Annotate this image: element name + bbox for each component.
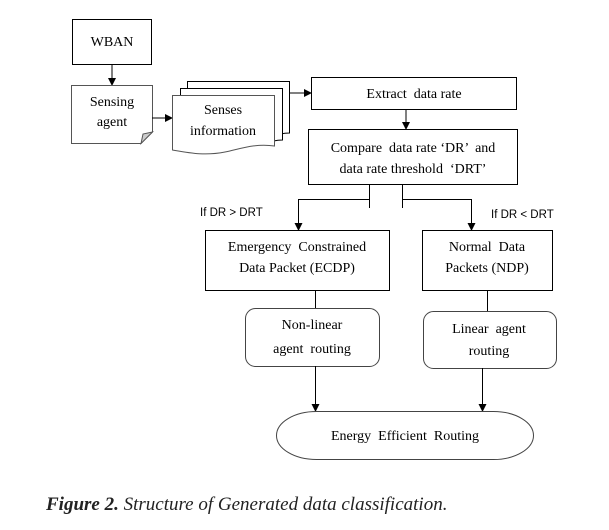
- figure-label: Figure 2.: [46, 494, 119, 515]
- node-energy-efficient-routing: Energy Efficient Routing: [276, 411, 534, 460]
- senses-information-line1: Senses: [204, 103, 242, 118]
- ecdp-line1: Emergency Constrained: [228, 240, 366, 255]
- linear-line1: Linear agent: [452, 322, 526, 337]
- node-ecdp: Emergency Constrained Data Packet (ECDP): [205, 230, 390, 291]
- ndp-line1: Normal Data: [449, 240, 526, 255]
- energy-label: Energy Efficient Routing: [331, 429, 479, 444]
- node-nonlinear-routing: Non-linear agent routing: [245, 308, 380, 367]
- node-senses-information: Senses information: [172, 81, 290, 155]
- nonlinear-line2: agent routing: [273, 342, 351, 357]
- figure-caption-text: Structure of Generated data classificati…: [118, 494, 448, 515]
- flowchart: WBAN Sensing agent Senses information Ex…: [71, 19, 557, 460]
- ecdp-line2: Data Packet (ECDP): [239, 261, 355, 276]
- extract-label: Extract data rate: [366, 87, 461, 102]
- edge-compare-ndp: [402, 184, 476, 231]
- node-wban: WBAN: [72, 19, 152, 65]
- compare-line1: Compare data rate ‘DR’ and: [331, 141, 496, 156]
- wban-label: WBAN: [91, 35, 134, 50]
- condition-left: If DR > DRT: [200, 207, 263, 219]
- senses-information-line2: information: [190, 124, 256, 139]
- linear-line2: routing: [469, 344, 509, 359]
- compare-line2: data rate threshold ‘DRT’: [340, 162, 487, 177]
- node-compare: Compare data rate ‘DR’ and data rate thr…: [308, 129, 518, 185]
- node-ndp: Normal Data Packets (NDP): [422, 230, 553, 291]
- sensing-agent-line1: Sensing: [90, 95, 134, 110]
- edge-compare-ecdp: [294, 184, 370, 231]
- node-linear-routing: Linear agent routing: [423, 311, 557, 369]
- ndp-line2: Packets (NDP): [445, 261, 529, 276]
- condition-right: If DR < DRT: [491, 209, 554, 221]
- nonlinear-line1: Non-linear: [282, 318, 343, 333]
- node-extract-data-rate: Extract data rate: [311, 77, 517, 110]
- node-sensing-agent: Sensing agent: [71, 85, 155, 146]
- sensing-agent-line2: agent: [97, 115, 127, 130]
- figure-caption: Figure 2. Structure of Generated data cl…: [46, 494, 447, 516]
